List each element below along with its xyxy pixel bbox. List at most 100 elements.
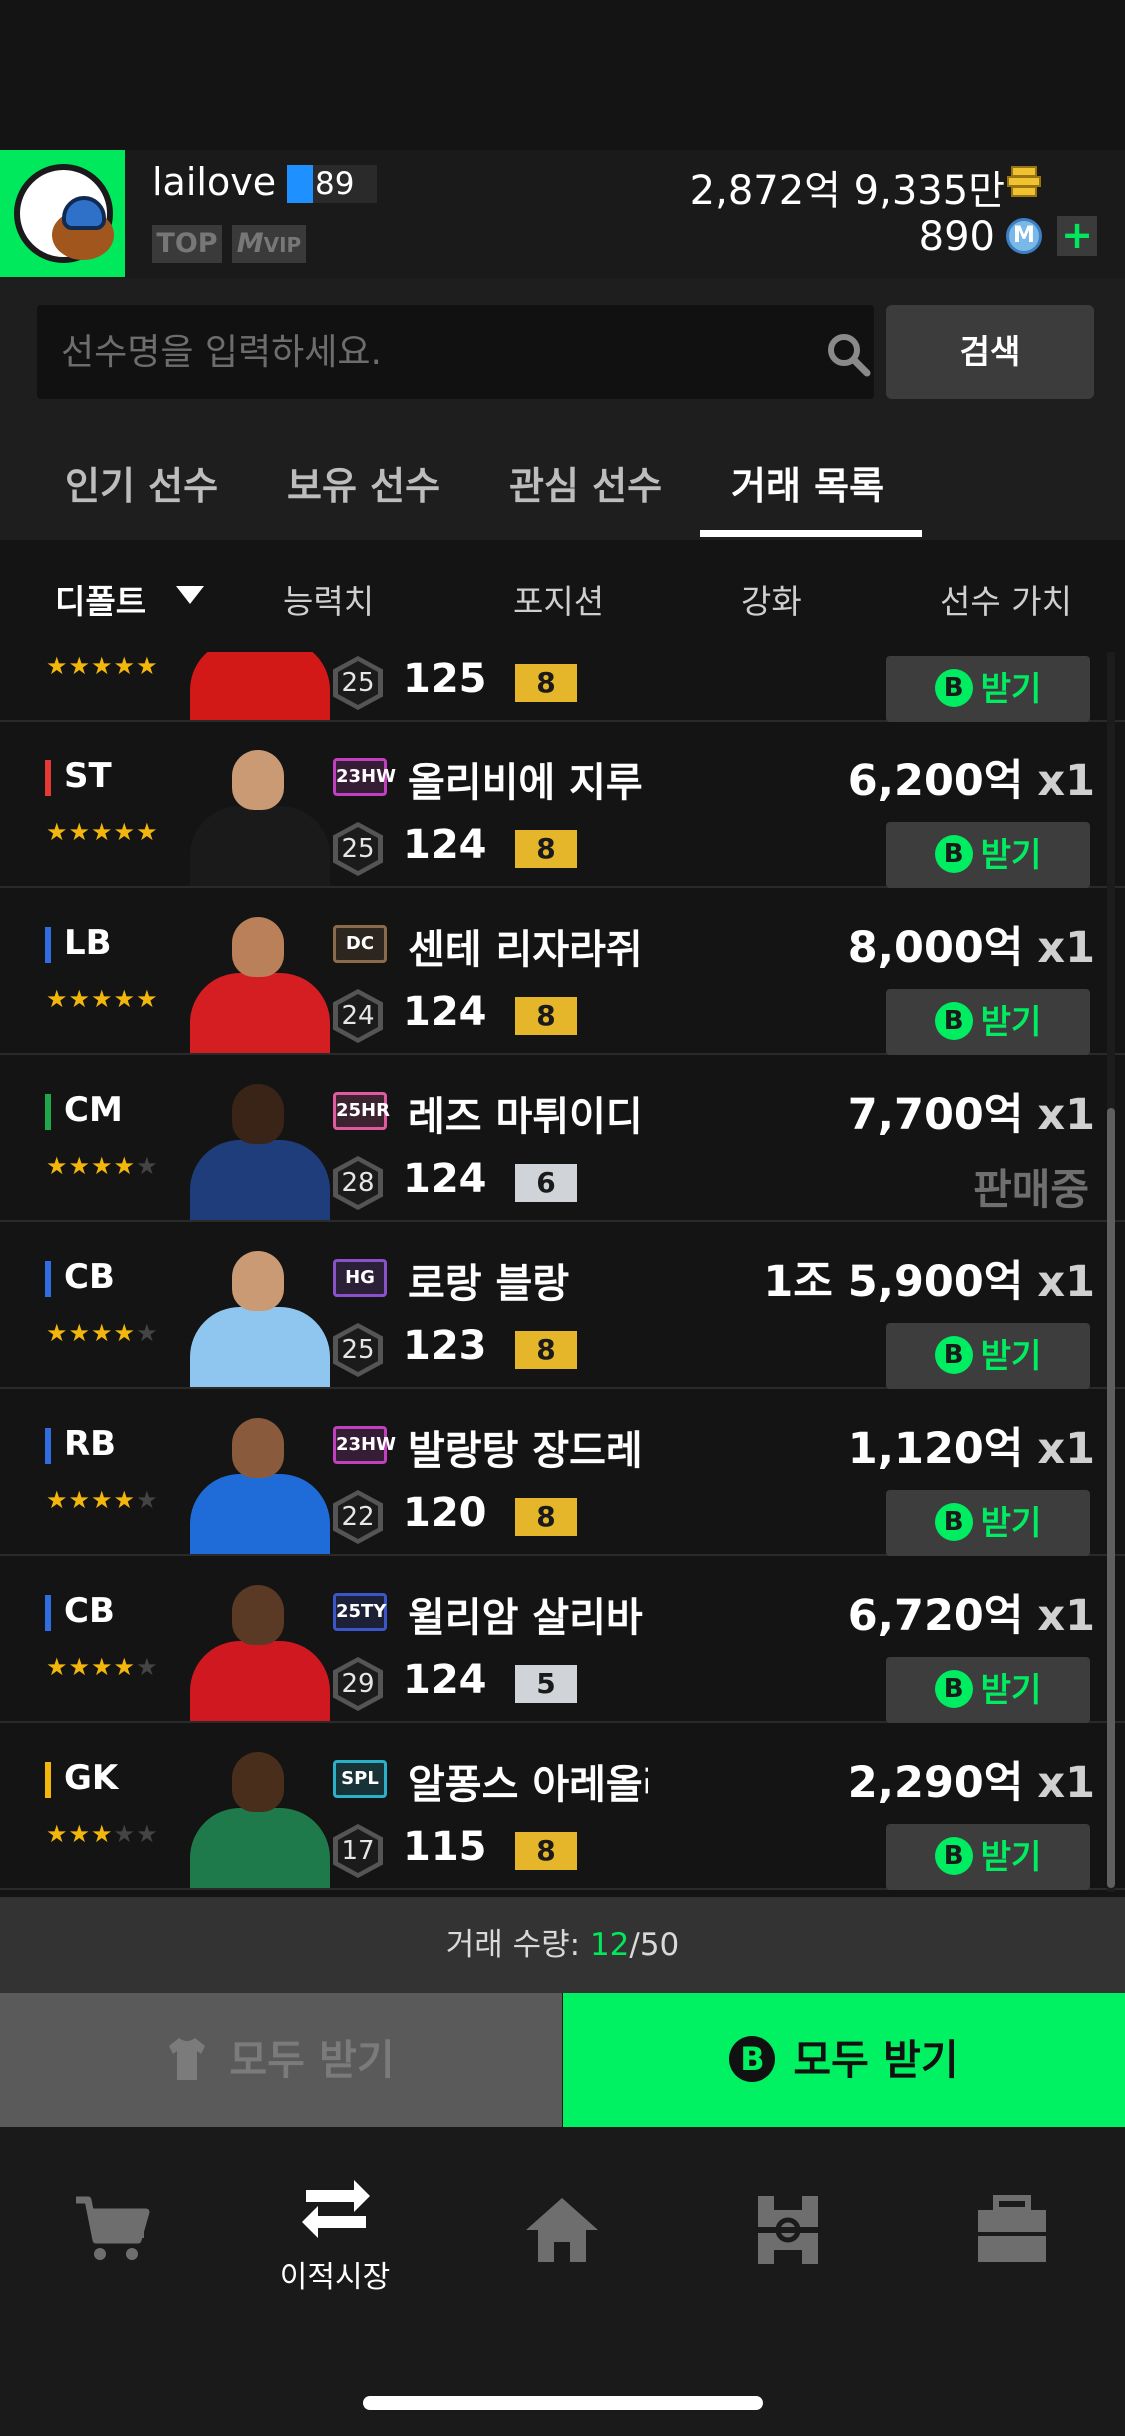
player-row[interactable]: CB ★★★★★ 25TY 윌리암 살리바 29 124 5 6,720억 x1 B 받기 bbox=[0, 1557, 1125, 1723]
season-badge-icon: DC bbox=[333, 925, 387, 963]
player-name[interactable]: 윌리암 살리바 bbox=[408, 1585, 648, 1643]
age-hex-badge: 29 bbox=[333, 1657, 383, 1711]
player-ovr: 124 bbox=[403, 989, 487, 1035]
claim-button[interactable]: B 받기 bbox=[886, 1490, 1090, 1556]
search-button[interactable]: 검색 bbox=[886, 305, 1094, 399]
player-price: 1,120억 x1 bbox=[848, 1414, 1095, 1476]
claim-all-b-button[interactable]: B 모두 받기 bbox=[563, 1993, 1125, 2127]
selling-status: 판매중 bbox=[973, 1165, 1089, 1214]
player-position: CB bbox=[64, 1257, 115, 1297]
claim-all-b-label: 모두 받기 bbox=[793, 2036, 959, 2084]
age-hex-badge: 25 bbox=[333, 656, 383, 710]
claim-button-label: 받기 bbox=[980, 1002, 1042, 1041]
player-stars-icon: ★★★★★ bbox=[46, 1319, 159, 1347]
active-tab-indicator bbox=[700, 530, 922, 537]
price-qty: x1 bbox=[1037, 756, 1095, 806]
player-row[interactable]: CB ★★★★★ HG 로랑 블랑 25 123 8 1조 5,900억 x1 B 받기 bbox=[0, 1223, 1125, 1389]
search-icon[interactable] bbox=[825, 331, 871, 377]
player-row[interactable]: ★★★★★ 25 125 8 B 받기 bbox=[0, 652, 1125, 722]
sort-enhance[interactable]: 강화 bbox=[741, 575, 802, 623]
position-color-bar bbox=[45, 760, 51, 796]
player-name[interactable]: 센테 리자라쥐 bbox=[408, 917, 648, 975]
player-kit bbox=[190, 973, 330, 1053]
sort-ability[interactable]: 능력치 bbox=[283, 575, 374, 623]
claim-button[interactable]: B 받기 bbox=[886, 1323, 1090, 1389]
cart-icon[interactable] bbox=[72, 2190, 152, 2270]
player-name[interactable]: 발랑탕 장드레 bbox=[408, 1418, 648, 1476]
locker-icon[interactable] bbox=[972, 2190, 1052, 2270]
player-name[interactable]: 레즈 마튀이디 bbox=[408, 1084, 648, 1142]
nav-transfer-market-label[interactable]: 이적시장 bbox=[270, 2252, 400, 2296]
position-color-bar bbox=[45, 1762, 51, 1798]
home-indicator[interactable] bbox=[363, 2396, 763, 2410]
price-value: 7,700억 bbox=[847, 1090, 1024, 1140]
player-name[interactable]: 로랑 블랑 bbox=[408, 1251, 648, 1309]
player-position: GK bbox=[64, 1758, 119, 1798]
dropdown-triangle-icon[interactable] bbox=[176, 586, 204, 604]
player-ovr: 123 bbox=[403, 1323, 487, 1369]
tab-watchlist-players[interactable]: 관심 선수 bbox=[509, 455, 662, 510]
vip-tag-label: VIP bbox=[263, 233, 302, 257]
player-position: RB bbox=[64, 1424, 117, 1464]
enhance-badge: 8 bbox=[515, 997, 577, 1035]
player-age: 28 bbox=[338, 1161, 378, 1205]
enhance-badge: 8 bbox=[515, 830, 577, 868]
player-age: 22 bbox=[338, 1495, 378, 1539]
squad-field-icon[interactable] bbox=[748, 2190, 828, 2270]
b-coin-icon: B bbox=[934, 1836, 973, 1875]
shirt-icon bbox=[169, 2038, 206, 2080]
claim-all-items-button[interactable]: 모두 받기 bbox=[0, 1993, 562, 2127]
player-name[interactable]: 올리비에 지루 bbox=[408, 750, 648, 808]
transfer-arrows-icon[interactable] bbox=[298, 2178, 374, 2242]
player-row[interactable]: LB ★★★★★ DC 센테 리자라쥐 24 124 8 8,000억 x1 B 받기 bbox=[0, 889, 1125, 1055]
sort-position[interactable]: 포지션 bbox=[513, 575, 604, 623]
avatar[interactable] bbox=[0, 150, 125, 277]
tab-owned-players[interactable]: 보유 선수 bbox=[287, 455, 440, 510]
player-price: 1조 5,900억 x1 bbox=[763, 1247, 1095, 1309]
player-row[interactable]: CM ★★★★★ 25HR 레즈 마튀이디 28 124 6 7,700억 x1 판매중 bbox=[0, 1056, 1125, 1222]
search-input[interactable] bbox=[61, 305, 781, 399]
player-ovr: 124 bbox=[403, 1156, 487, 1202]
player-position: CB bbox=[64, 1591, 115, 1631]
claim-button-label: 받기 bbox=[980, 669, 1042, 708]
claim-button[interactable]: B 받기 bbox=[886, 1657, 1090, 1723]
player-photo bbox=[180, 903, 330, 1053]
claim-button[interactable]: B 받기 bbox=[886, 656, 1090, 722]
player-head bbox=[232, 1585, 284, 1645]
price-qty: x1 bbox=[1037, 1591, 1095, 1641]
price-value: 1조 5,900억 bbox=[763, 1257, 1024, 1307]
home-icon[interactable] bbox=[522, 2190, 602, 2270]
player-kit bbox=[190, 1307, 330, 1387]
enhance-badge: 8 bbox=[515, 1498, 577, 1536]
player-head bbox=[232, 750, 284, 810]
season-badge-icon: 23HW bbox=[333, 1426, 396, 1464]
age-hex-badge: 28 bbox=[333, 1156, 383, 1210]
sort-default-dropdown[interactable]: 디폴트 bbox=[55, 575, 146, 623]
b-coin-icon: B bbox=[934, 834, 973, 873]
claim-all-items-label: 모두 받기 bbox=[229, 2036, 395, 2084]
trade-count-bar: 거래 수량: 12/50 bbox=[0, 1897, 1125, 1993]
tab-trade-list[interactable]: 거래 목록 bbox=[731, 455, 884, 510]
claim-button[interactable]: B 받기 bbox=[886, 822, 1090, 888]
b-coin-icon: B bbox=[934, 668, 973, 707]
player-ovr: 125 bbox=[403, 656, 487, 702]
scrollbar-thumb[interactable] bbox=[1107, 1108, 1115, 1888]
player-kit bbox=[190, 1474, 330, 1554]
tab-popular-players[interactable]: 인기 선수 bbox=[65, 455, 218, 510]
player-row[interactable]: GK ★★★★★ SPL 알퐁스 아레올라 17 115 8 2,290억 x1 B받기 bbox=[0, 1724, 1125, 1890]
b-coin-icon: B bbox=[729, 2036, 776, 2082]
add-coin-button[interactable]: + bbox=[1057, 216, 1097, 256]
search-box bbox=[37, 305, 874, 399]
player-name[interactable]: 알퐁스 아레올라 bbox=[408, 1752, 648, 1810]
claim-button[interactable]: B 받기 bbox=[886, 1824, 1090, 1890]
player-row[interactable]: ST ★★★★★ 23HW 올리비에 지루 25 124 8 6,200억 x1 B 받기 bbox=[0, 722, 1125, 888]
price-value: 2,290억 bbox=[847, 1758, 1024, 1808]
player-head bbox=[232, 917, 284, 977]
claim-button[interactable]: B 받기 bbox=[886, 989, 1090, 1055]
player-ovr: 124 bbox=[403, 822, 487, 868]
player-price: 7,700억 x1 bbox=[848, 1080, 1095, 1142]
player-photo bbox=[180, 1738, 330, 1888]
sort-player-value[interactable]: 선수 가치 bbox=[940, 575, 1072, 623]
player-kit bbox=[190, 806, 330, 886]
player-row[interactable]: RB ★★★★★ 23HW 발랑탕 장드레 22 120 8 1,120억 x1 B 받기 bbox=[0, 1390, 1125, 1556]
